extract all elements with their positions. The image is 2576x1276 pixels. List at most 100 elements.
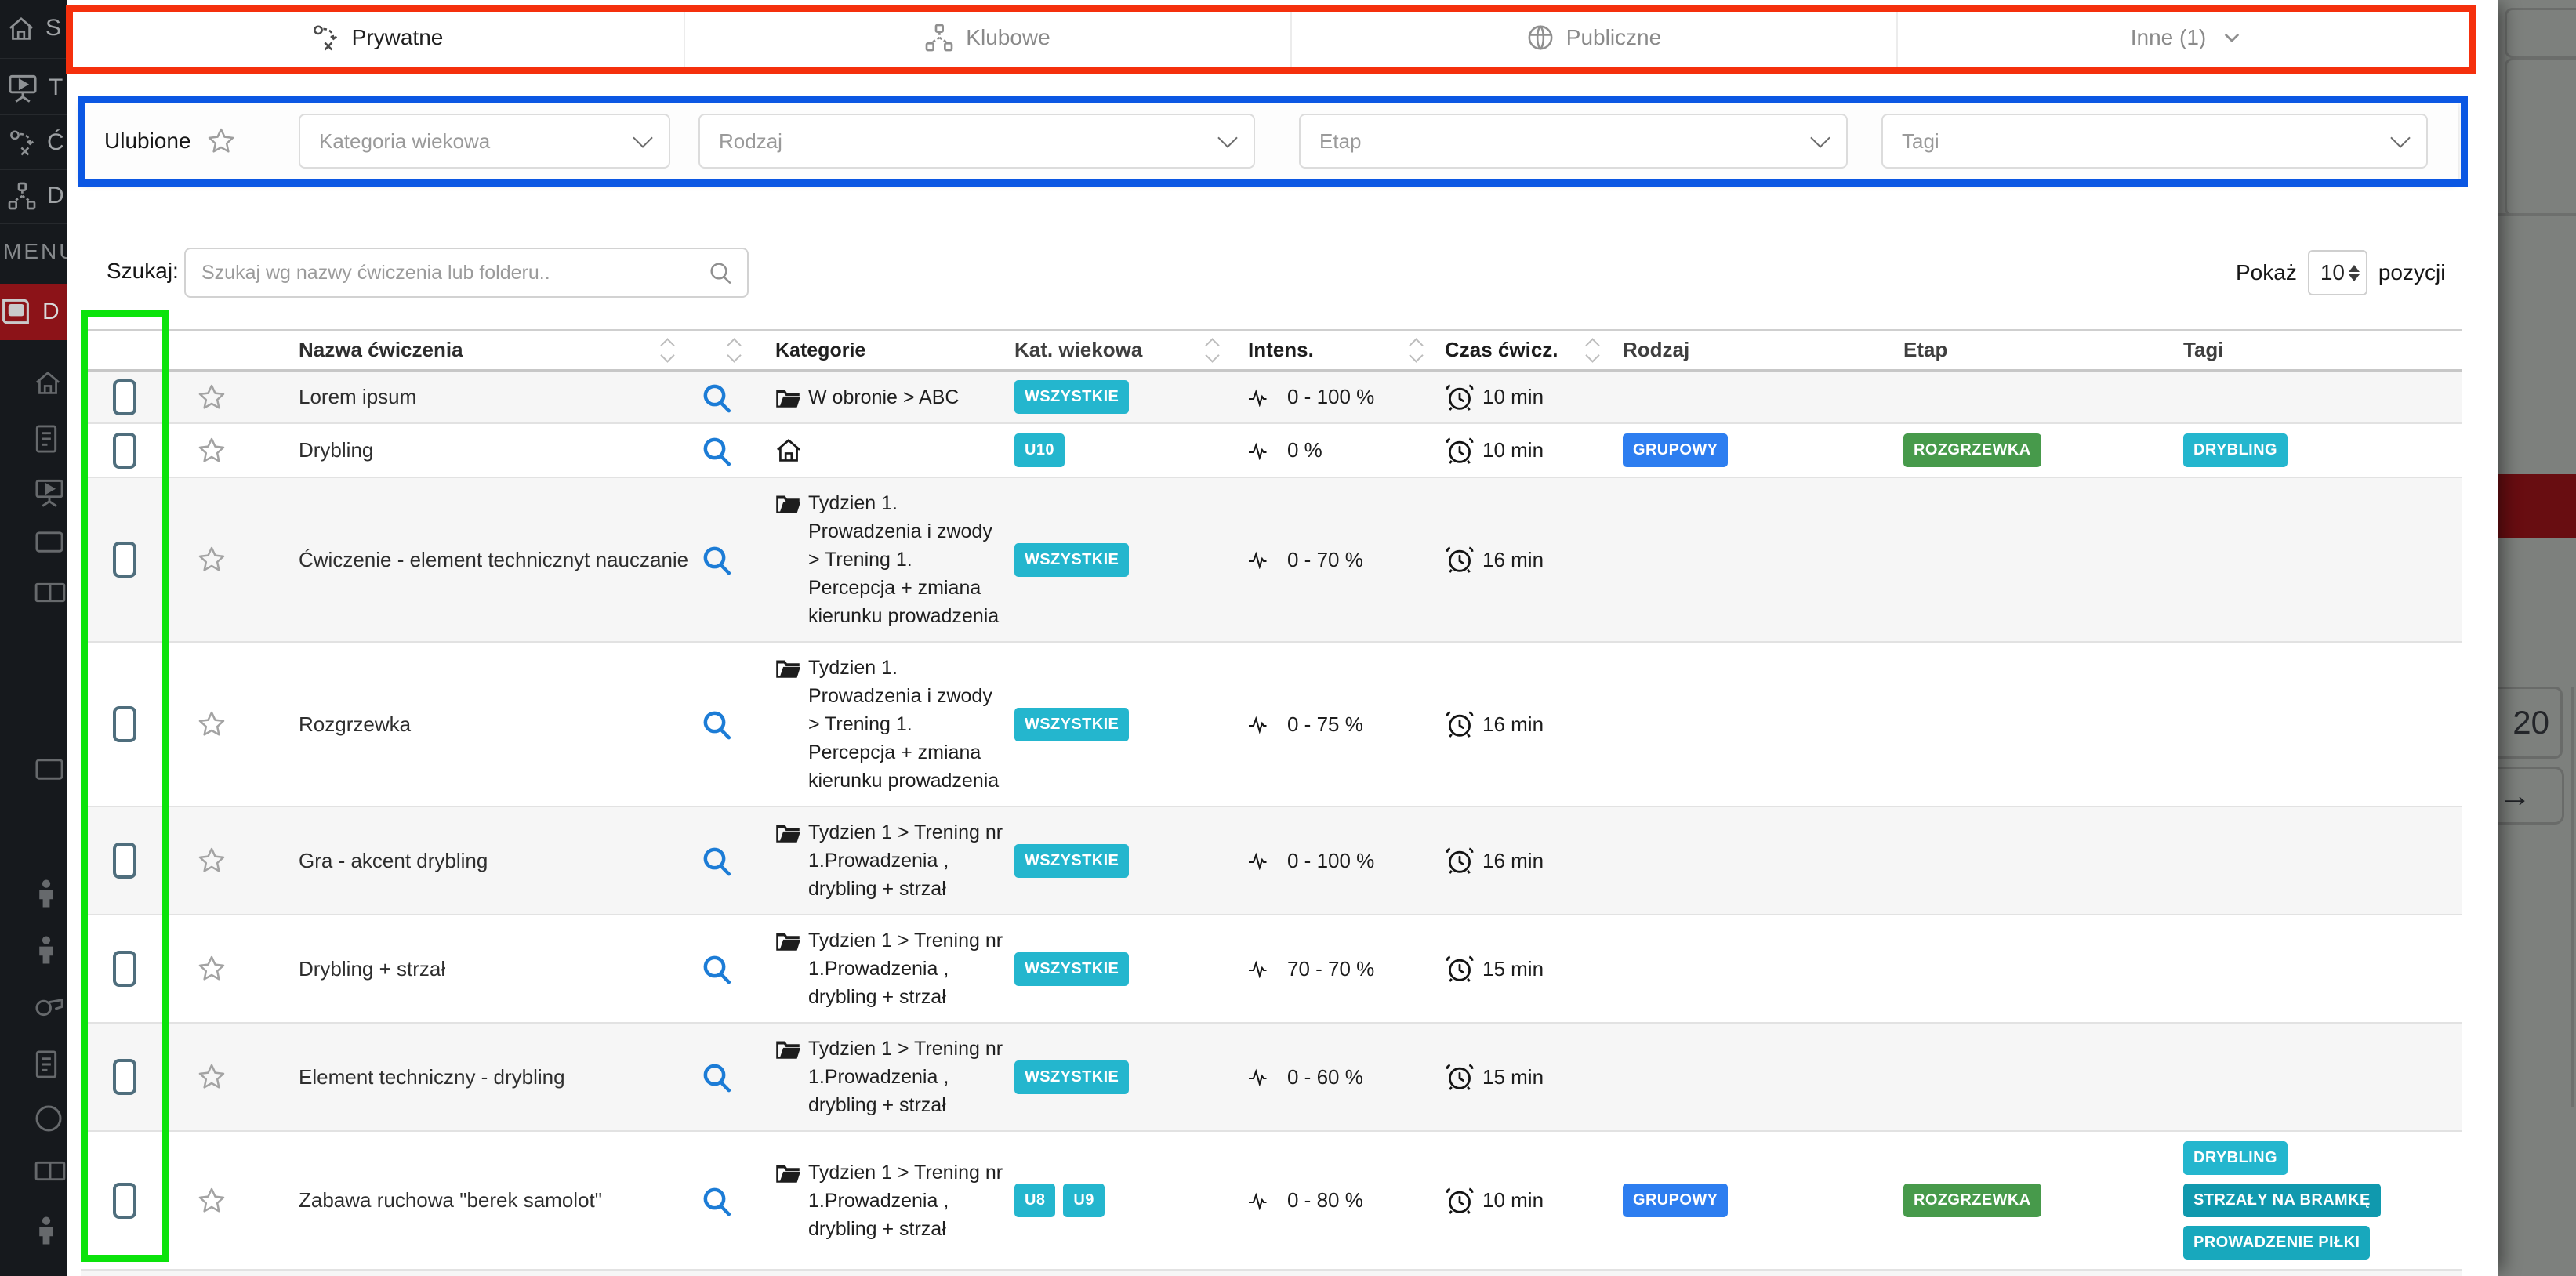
presentation-icon[interactable] (34, 477, 64, 507)
clock-icon (1445, 954, 1475, 984)
person-icon[interactable] (34, 879, 58, 908)
preview-cell (690, 435, 756, 466)
sort-icon[interactable] (662, 340, 673, 361)
row-checkbox[interactable] (113, 1183, 136, 1219)
notes-icon[interactable] (34, 1049, 58, 1079)
spinner-icon[interactable] (2349, 265, 2360, 281)
ball-icon[interactable] (34, 1104, 63, 1133)
select-cell (81, 433, 169, 469)
tab-klubowe[interactable]: Klubowe (685, 8, 1292, 69)
zoom-preview-icon[interactable] (701, 709, 732, 740)
category-path: Tydzien 1. Prowadzenia i zwody > Trening… (808, 489, 1003, 630)
filter-dropdown-tagi[interactable]: Tagi (1881, 114, 2428, 169)
star-icon[interactable] (196, 953, 227, 984)
zoom-preview-icon[interactable] (701, 845, 732, 876)
categories-cell: Tydzien 1 > Trening nr 1.Prowadzenia , d… (756, 807, 1003, 914)
row-checkbox[interactable] (113, 1059, 136, 1095)
age-category-cell: WSZYSTKIE (1003, 380, 1235, 414)
table-row: Zabawa ruchowa "berek samolot" Tydzien 1 … (81, 1132, 2462, 1271)
tab-inne-1-[interactable]: Inne (1) (1898, 8, 2473, 69)
pitch-icon[interactable] (34, 582, 66, 603)
age-badge: WSZYSTKIE (1014, 708, 1129, 741)
zoom-preview-icon[interactable] (701, 544, 732, 575)
preview-cell (690, 544, 756, 575)
column-header-tagi: Tagi (2175, 338, 2462, 362)
sort-icon[interactable] (1587, 340, 1598, 361)
exercise-name: Rozgrzewka (299, 712, 411, 737)
age-badge: WSZYSTKIE (1014, 844, 1129, 878)
board-icon[interactable] (34, 530, 64, 556)
categories-cell: Tydzien 1 > Trening nr 1.Prowadzenia , d… (756, 915, 1003, 1022)
zoom-preview-icon[interactable] (701, 435, 732, 466)
tags-cell (2175, 388, 2462, 407)
zoom-preview-icon[interactable] (701, 382, 732, 413)
column-header-czas[interactable]: Czas ćwicz. (1439, 338, 1615, 362)
sort-icon[interactable] (1411, 340, 1421, 361)
tag-badge: STRZAŁY NA BRAMKĘ (2183, 1184, 2381, 1217)
star-icon[interactable] (196, 544, 227, 575)
filter-dropdown-rodzaj[interactable]: Rodzaj (698, 114, 1255, 169)
pitch-icon[interactable] (34, 1161, 66, 1181)
column-header-int[interactable]: Intens. (1235, 338, 1439, 362)
categories-cell: Tydzien 1 > Trening nr 1.Prowadzenia , d… (756, 1147, 1003, 1254)
row-checkbox[interactable] (113, 706, 136, 742)
categories-cell: Tydzien 1 > Trening 2. Działania Grupowe… (756, 1271, 1003, 1276)
person-icon[interactable] (34, 935, 58, 965)
search-box (184, 248, 749, 298)
whistle-icon[interactable] (34, 994, 64, 1017)
tags-cell (2175, 715, 2462, 734)
tab-publiczne[interactable]: Publiczne (1292, 8, 1898, 69)
duration-value: 16 min (1482, 849, 1544, 873)
row-checkbox[interactable] (113, 379, 136, 415)
duration-cell: 15 min (1439, 954, 1615, 984)
search-input[interactable] (186, 262, 708, 285)
exercise-name-cell: Element techniczny - drybling (255, 1065, 690, 1089)
page-size-input[interactable]: 10 (2308, 250, 2367, 295)
star-icon[interactable] (196, 435, 227, 466)
tag-badge: DRYBLING (2183, 433, 2288, 467)
column-label: Czas ćwicz. (1445, 338, 1558, 362)
favorites-toggle[interactable]: Ulubione (104, 100, 237, 182)
board-icon[interactable] (34, 757, 64, 784)
star-icon[interactable] (196, 709, 227, 740)
favorite-cell (169, 544, 255, 575)
column-header-name[interactable]: Nazwa ćwiczenia (255, 338, 690, 362)
person-icon[interactable] (34, 1216, 58, 1245)
row-checkbox[interactable] (113, 951, 136, 987)
filter-dropdown-etap[interactable]: Etap (1299, 114, 1848, 169)
row-checkbox[interactable] (113, 433, 136, 469)
star-icon[interactable] (196, 1061, 227, 1093)
duration-value: 16 min (1482, 712, 1544, 737)
age-category-cell: WSZYSTKIE (1003, 543, 1235, 577)
intensity-value: 0 - 60 % (1287, 1065, 1363, 1089)
exercise-name: Zabawa ruchowa "berek samolot" (299, 1188, 602, 1213)
pulse-icon (1248, 1191, 1281, 1210)
favorite-cell (169, 435, 255, 466)
pulse-icon (1248, 441, 1281, 460)
tab-prywatne[interactable]: Prywatne (71, 8, 685, 69)
categories-cell: Tydzien 1. Prowadzenia i zwody > Trening… (756, 643, 1003, 806)
page-size-control: Pokaż 10 pozycji (2236, 248, 2445, 298)
row-checkbox[interactable] (113, 843, 136, 879)
star-icon[interactable] (196, 845, 227, 876)
row-checkbox[interactable] (113, 542, 136, 578)
zoom-preview-icon[interactable] (701, 1061, 732, 1093)
zoom-preview-icon[interactable] (701, 1185, 732, 1216)
home-icon[interactable] (34, 371, 61, 395)
filter-dropdown-kategoria-wiekowa[interactable]: Kategoria wiekowa (299, 114, 670, 169)
chevron-down-icon (1810, 128, 1830, 147)
age-badge: U9 (1063, 1184, 1104, 1217)
sort-icon[interactable] (729, 340, 739, 361)
zoom-preview-icon[interactable] (701, 953, 732, 984)
sort-icon[interactable] (1207, 340, 1217, 361)
column-header-age[interactable]: Kat. wiekowa (1003, 338, 1235, 362)
table-row: Drybling + strzałTydzien 1 > Trening nr … (81, 915, 2462, 1024)
star-icon[interactable] (196, 382, 227, 413)
notes-icon[interactable] (34, 424, 58, 454)
duration-cell: 10 min (1439, 382, 1615, 412)
background-red-block (2498, 474, 2576, 538)
background-page-strip: 20 → (2498, 0, 2576, 1276)
star-icon[interactable] (196, 1185, 227, 1216)
star-icon[interactable] (205, 125, 237, 157)
tactics-icon (8, 129, 36, 157)
